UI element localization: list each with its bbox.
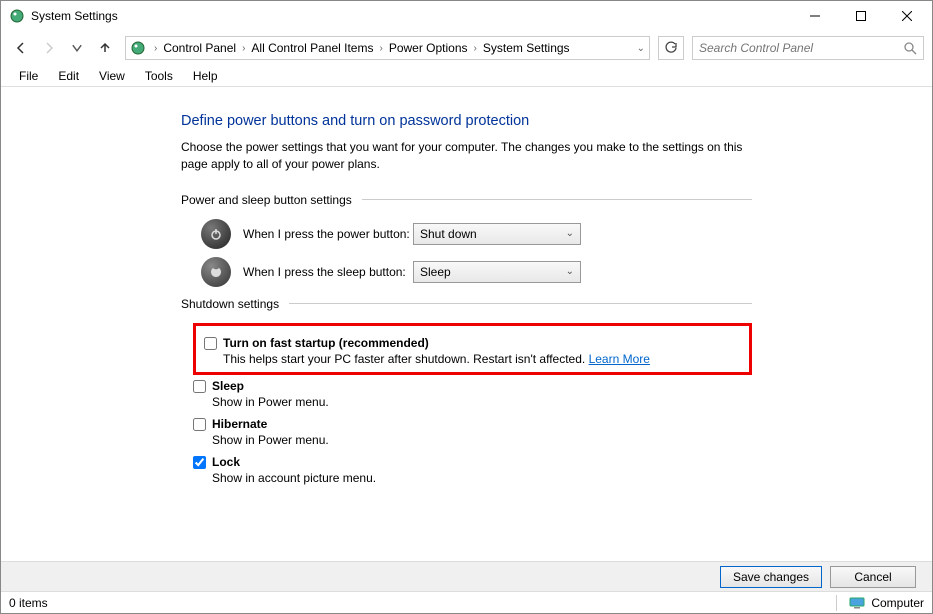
button-bar: Save changes Cancel: [1, 561, 932, 591]
divider: [362, 199, 752, 200]
chevron-right-icon: ›: [242, 43, 245, 54]
menu-file[interactable]: File: [9, 67, 48, 85]
chevron-right-icon: ›: [379, 43, 382, 54]
hibernate-title: Hibernate: [212, 417, 267, 431]
page-heading: Define power buttons and turn on passwor…: [181, 113, 752, 129]
section-power-sleep: Power and sleep button settings: [181, 193, 752, 207]
breadcrumb-dropdown-icon[interactable]: ⌄: [637, 43, 645, 54]
chevron-right-icon: ›: [154, 43, 157, 54]
chevron-down-icon: ⌄: [566, 266, 574, 277]
search-icon[interactable]: [904, 42, 917, 55]
search-input[interactable]: [699, 41, 904, 55]
sleep-button-label: When I press the sleep button:: [243, 265, 413, 279]
search-box[interactable]: [692, 36, 924, 60]
status-right: Computer: [871, 596, 924, 610]
fast-startup-checkbox[interactable]: [204, 337, 217, 350]
hibernate-checkbox[interactable]: [193, 418, 206, 431]
window-title: System Settings: [31, 9, 792, 23]
menu-view[interactable]: View: [89, 67, 135, 85]
select-value: Sleep: [420, 265, 451, 279]
breadcrumb[interactable]: › Control Panel › All Control Panel Item…: [125, 36, 650, 60]
lock-checkbox[interactable]: [193, 456, 206, 469]
sleep-icon: [201, 257, 231, 287]
hibernate-desc: Show in Power menu.: [212, 433, 752, 447]
power-icon: [201, 219, 231, 249]
status-items: 0 items: [9, 596, 48, 610]
sleep-checkbox[interactable]: [193, 380, 206, 393]
sleep-option-title: Sleep: [212, 379, 244, 393]
sleep-button-row: When I press the sleep button: Sleep ⌄: [201, 257, 752, 287]
breadcrumb-seg-2[interactable]: Power Options: [387, 41, 470, 55]
menu-tools[interactable]: Tools: [135, 67, 183, 85]
section-shutdown: Shutdown settings: [181, 297, 752, 311]
power-button-select[interactable]: Shut down ⌄: [413, 223, 581, 245]
maximize-button[interactable]: [838, 1, 884, 31]
menu-help[interactable]: Help: [183, 67, 228, 85]
divider: [289, 303, 752, 304]
recent-dropdown[interactable]: [65, 36, 89, 60]
lock-desc: Show in account picture menu.: [212, 471, 752, 485]
navbar: › Control Panel › All Control Panel Item…: [1, 31, 932, 65]
up-button[interactable]: [93, 36, 117, 60]
section-title: Shutdown settings: [181, 297, 279, 311]
window-controls: [792, 1, 930, 31]
fast-startup-highlight: Turn on fast startup (recommended) This …: [193, 323, 752, 375]
breadcrumb-seg-1[interactable]: All Control Panel Items: [249, 41, 375, 55]
minimize-button[interactable]: [792, 1, 838, 31]
refresh-button[interactable]: [658, 36, 684, 60]
lock-title: Lock: [212, 455, 240, 469]
power-button-row: When I press the power button: Shut down…: [201, 219, 752, 249]
titlebar: System Settings: [1, 1, 932, 31]
back-button[interactable]: [9, 36, 33, 60]
menu-edit[interactable]: Edit: [48, 67, 89, 85]
section-title: Power and sleep button settings: [181, 193, 352, 207]
close-button[interactable]: [884, 1, 930, 31]
cancel-button[interactable]: Cancel: [830, 566, 916, 588]
breadcrumb-seg-0[interactable]: Control Panel: [161, 41, 238, 55]
menubar: File Edit View Tools Help: [1, 65, 932, 87]
select-value: Shut down: [420, 227, 477, 241]
content-area: Define power buttons and turn on passwor…: [1, 89, 932, 561]
chevron-down-icon: ⌄: [566, 228, 574, 239]
forward-button[interactable]: [37, 36, 61, 60]
save-button[interactable]: Save changes: [720, 566, 822, 588]
divider: [836, 595, 837, 611]
fast-startup-desc: This helps start your PC faster after sh…: [223, 352, 589, 366]
sleep-option-desc: Show in Power menu.: [212, 395, 752, 409]
breadcrumb-seg-3[interactable]: System Settings: [481, 41, 572, 55]
learn-more-link[interactable]: Learn More: [589, 352, 650, 366]
chevron-right-icon: ›: [474, 43, 477, 54]
app-icon: [9, 8, 25, 24]
page-intro: Choose the power settings that you want …: [181, 139, 752, 173]
statusbar: 0 items Computer: [1, 591, 932, 613]
computer-icon: [849, 597, 865, 609]
breadcrumb-icon: [130, 40, 146, 56]
sleep-button-select[interactable]: Sleep ⌄: [413, 261, 581, 283]
power-button-label: When I press the power button:: [243, 227, 413, 241]
fast-startup-title: Turn on fast startup (recommended): [223, 336, 429, 350]
